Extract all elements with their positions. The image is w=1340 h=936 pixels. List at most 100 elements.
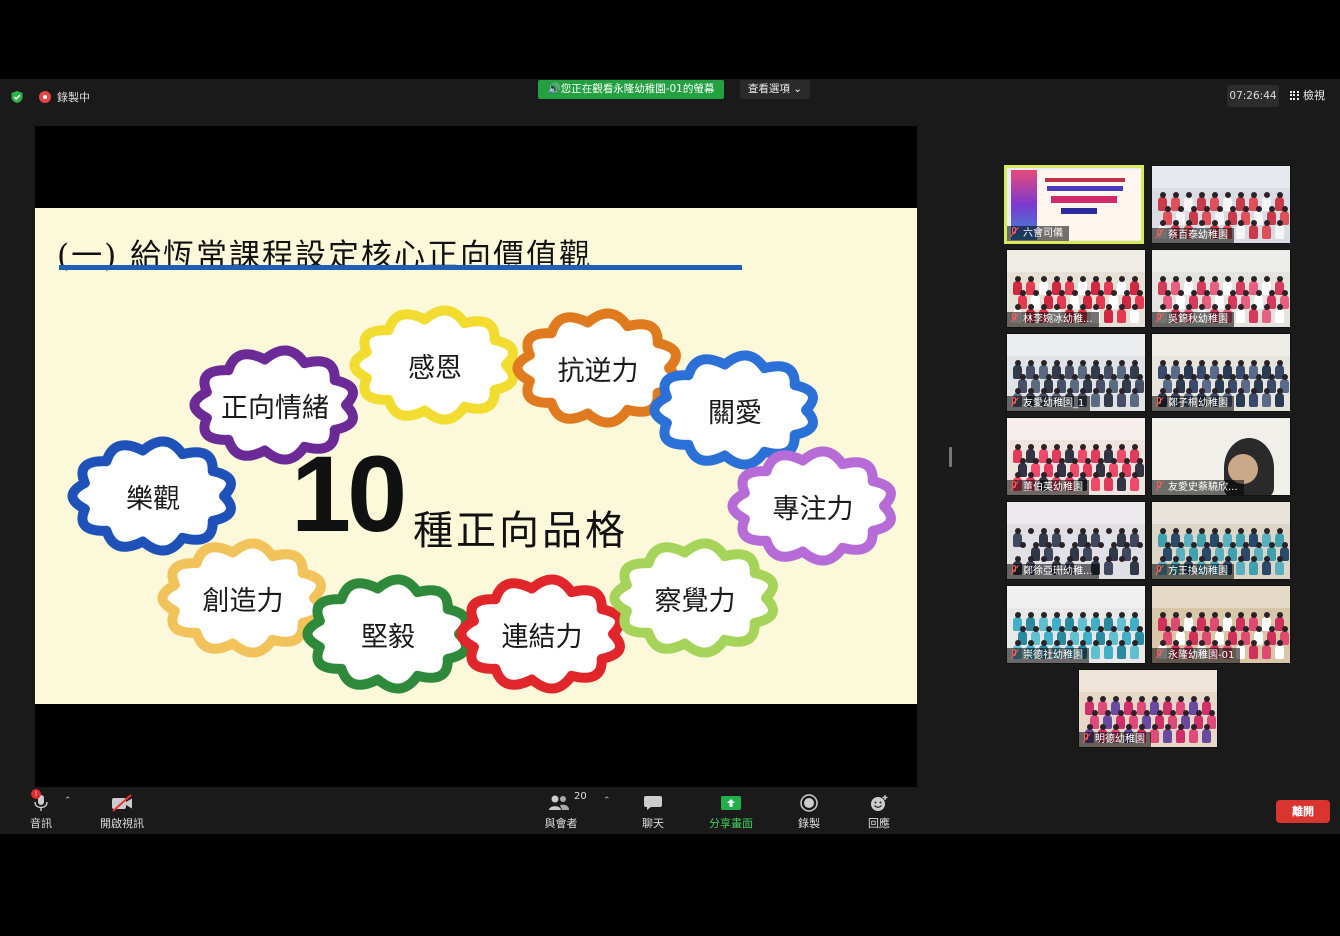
recording-icon[interactable]: [39, 91, 51, 103]
head: [1237, 304, 1244, 310]
participants-button[interactable]: 20 與會者: [540, 787, 587, 834]
head: [1040, 612, 1047, 618]
head: [1092, 304, 1099, 310]
head: [1281, 206, 1288, 212]
head: [1151, 724, 1158, 730]
head: [1079, 444, 1086, 450]
gallery-view-button[interactable]: 檢視: [1290, 87, 1325, 103]
start-video-button[interactable]: 開啟視訊: [95, 787, 149, 834]
participant-tile[interactable]: 永隆幼稚園-01: [1151, 585, 1291, 664]
head: [1172, 612, 1179, 618]
head: [1032, 542, 1039, 548]
participant-tile[interactable]: 林李婉冰幼稚...: [1006, 249, 1146, 328]
head: [1237, 556, 1244, 562]
head: [1118, 444, 1125, 450]
head: [1040, 444, 1047, 450]
participant-tile[interactable]: 明德幼稚園: [1078, 669, 1218, 748]
person: [1176, 729, 1185, 743]
participant-tile[interactable]: 崇德社幼稚園: [1006, 585, 1146, 664]
participants-caret-icon[interactable]: ⌃: [603, 796, 611, 806]
participant-tile[interactable]: 鄭子桐幼稚園: [1151, 333, 1291, 412]
head: [1112, 696, 1119, 702]
person: [1104, 309, 1113, 323]
head: [1097, 290, 1104, 296]
head: [1190, 724, 1197, 730]
head: [1027, 612, 1034, 618]
participant-tile[interactable]: 董伯英幼稚園: [1006, 417, 1146, 496]
head: [1138, 696, 1145, 702]
head: [1027, 528, 1034, 534]
head: [1172, 304, 1179, 310]
head: [1136, 542, 1143, 548]
head: [1084, 374, 1091, 380]
head: [1198, 612, 1205, 618]
head: [1066, 388, 1073, 394]
person: [1117, 309, 1126, 323]
head: [1242, 290, 1249, 296]
head: [1190, 696, 1197, 702]
head: [1198, 192, 1205, 198]
audio-caret-icon[interactable]: ⌃: [64, 796, 72, 806]
head: [1066, 556, 1073, 562]
head: [1053, 276, 1060, 282]
head: [1084, 542, 1091, 548]
head: [1198, 360, 1205, 366]
head: [1250, 640, 1257, 646]
head: [1040, 360, 1047, 366]
muted-mic-icon: [1010, 313, 1019, 323]
head: [1177, 696, 1184, 702]
head: [1110, 374, 1117, 380]
participant-tile[interactable]: 六會司儀: [1004, 165, 1144, 244]
share-screen-button[interactable]: 分享畫面: [704, 787, 758, 834]
head: [1131, 444, 1138, 450]
head: [1164, 542, 1171, 548]
head: [1040, 528, 1047, 534]
person: [1249, 309, 1258, 323]
participant-tile[interactable]: 方王換幼稚園: [1151, 501, 1291, 580]
head: [1019, 290, 1026, 296]
leave-button[interactable]: 離開: [1276, 800, 1330, 823]
panel-splitter-handle[interactable]: [949, 447, 952, 467]
head: [1229, 374, 1236, 380]
head: [1130, 710, 1137, 716]
head: [1185, 528, 1192, 534]
person: [1275, 309, 1284, 323]
record-button[interactable]: 錄製: [792, 787, 826, 834]
head: [1164, 290, 1171, 296]
person: [1262, 645, 1271, 659]
head: [1237, 220, 1244, 226]
chat-button[interactable]: 聊天: [636, 787, 670, 834]
head: [1097, 458, 1104, 464]
head: [1117, 710, 1124, 716]
head: [1105, 388, 1112, 394]
head: [1131, 556, 1138, 562]
head: [1118, 556, 1125, 562]
view-options-button[interactable]: 查看選項 ⌄: [740, 80, 810, 99]
participant-name: 方王換幼稚園: [1152, 564, 1234, 579]
participant-name: 永隆幼稚園-01: [1152, 648, 1241, 663]
audio-button[interactable]: ! 音訊: [22, 787, 60, 834]
trait-cloud: 察覺力: [609, 538, 780, 658]
participant-name-text: 明德幼稚園: [1095, 734, 1145, 745]
head: [1164, 626, 1171, 632]
head: [1198, 304, 1205, 310]
head: [1053, 360, 1060, 366]
participant-tile[interactable]: 友愛史蔡驍欣...: [1151, 417, 1291, 496]
head: [1131, 360, 1138, 366]
encryption-shield-icon[interactable]: [10, 90, 24, 104]
participant-tile[interactable]: 友愛幼稚園_1: [1006, 333, 1146, 412]
head: [1071, 374, 1078, 380]
person: [1202, 729, 1211, 743]
head: [1045, 458, 1052, 464]
participant-tile[interactable]: 鄭徐亞珊幼稚...: [1006, 501, 1146, 580]
head: [1159, 388, 1166, 394]
participant-tile[interactable]: 吳錦秋幼稚園: [1151, 249, 1291, 328]
head: [1027, 388, 1034, 394]
participant-name: 崇德社幼稚園: [1007, 648, 1089, 663]
head: [1156, 710, 1163, 716]
head: [1159, 276, 1166, 282]
head: [1268, 374, 1275, 380]
head: [1203, 696, 1210, 702]
reactions-button[interactable]: 回應: [862, 787, 896, 834]
participant-tile[interactable]: 蔡百泰幼稚園: [1151, 165, 1291, 244]
